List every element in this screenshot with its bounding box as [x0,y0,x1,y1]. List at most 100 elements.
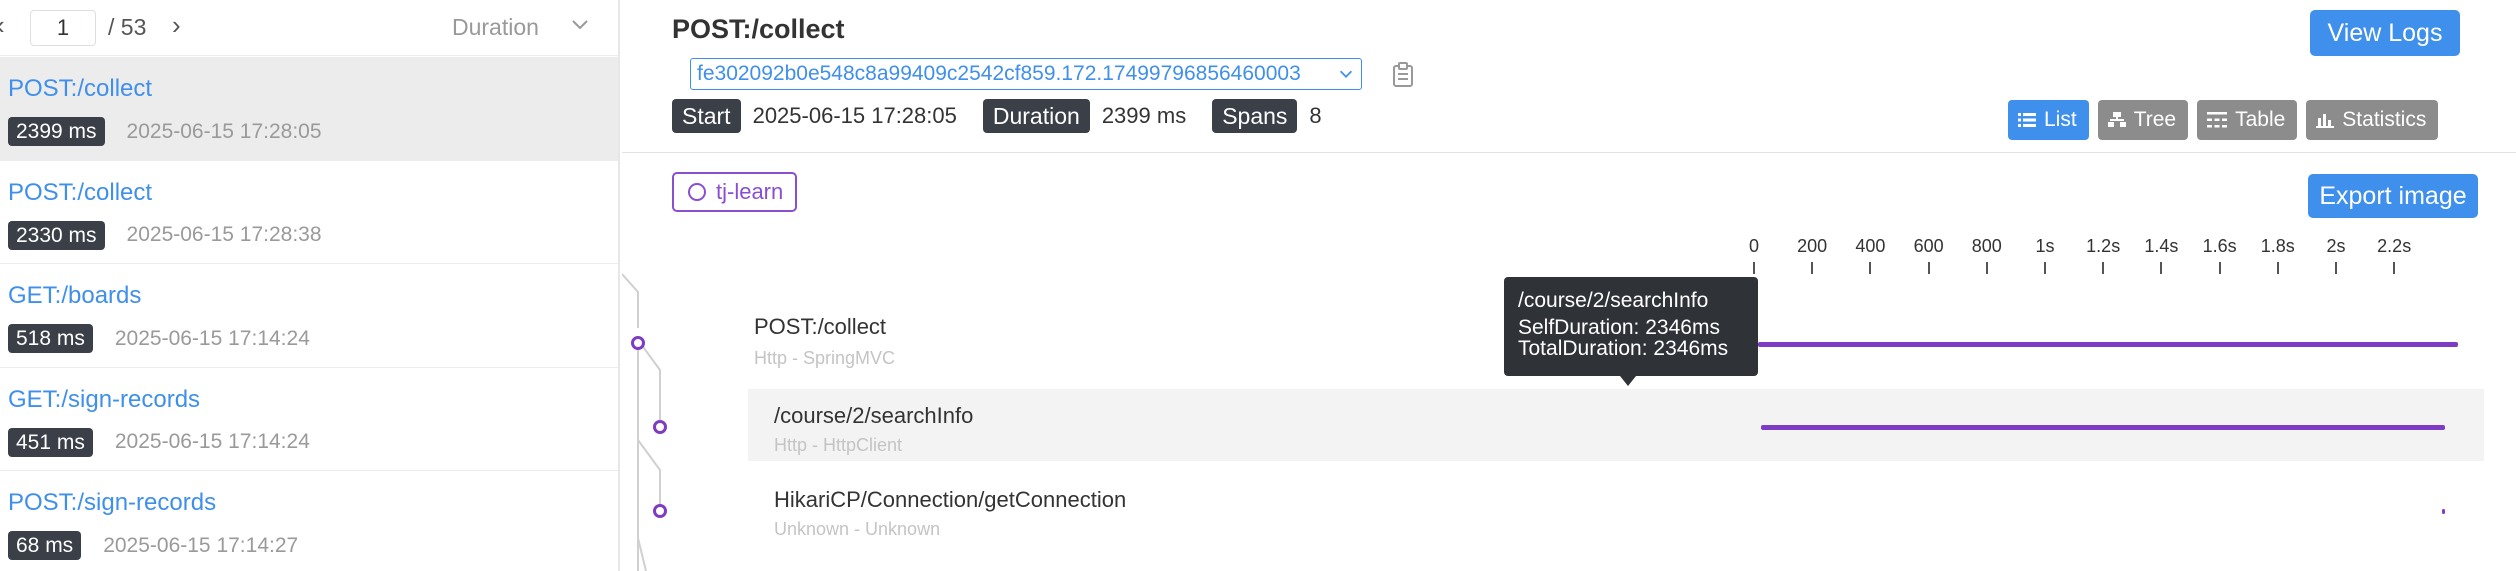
view-mode-switch: List Tree Table Statistics [2008,100,2447,140]
span-endpoint: HikariCP/Connection/getConnection [774,487,1127,512]
axis-tick-mark [2335,262,2337,274]
axis-tick-label: 400 [1855,236,1886,256]
spans-value: 8 [1309,103,1322,128]
span-duration-bar[interactable] [1760,425,2446,430]
axis-tick-label: 600 [1913,236,1944,256]
duration-badge: 68 ms [8,531,82,560]
duration-badge: 518 ms [8,324,93,353]
duration-badge: 451 ms [8,427,93,457]
mode-label: Table [2235,108,2286,131]
statistics-mode-button[interactable]: Statistics [2306,100,2439,140]
mode-label: Statistics [2342,108,2427,131]
trace-title: POST:/collect [672,14,845,44]
axis-tick-mark [2218,262,2221,274]
service-ring-icon [688,183,706,201]
trace-start-time: 2025-06-15 17:28:38 [126,223,322,246]
trace-endpoint[interactable]: POST:/collect [8,179,618,211]
trace-app: ‹ / 53 › Duration POST:/collect 2399 ms … [0,0,2516,571]
chevron-down-icon[interactable] [570,14,590,34]
tooltip-total-duration: TotalDuration: 2346ms [1518,337,1729,360]
axis-tick-mark [2044,262,2046,274]
mode-label: List [2044,108,2077,131]
axis-tick-mark [2102,262,2105,274]
trace-id-select[interactable]: fe302092b0e548c8a99409c2542cf859.172.174… [690,58,1362,90]
trace-summary: Start 2025-06-15 17:28:05 Duration 2399 … [672,98,1348,134]
span-node-icon [631,336,645,350]
axis-tick-label: 0 [1748,236,1760,256]
duration-badge: 2330 ms [8,220,105,250]
trace-list-item[interactable]: GET:/boards 518 ms 2025-06-15 17:14:24 [0,264,618,368]
span-duration-bar[interactable] [2441,509,2445,514]
export-image-button[interactable]: Export image [2308,174,2478,218]
sort-select[interactable]: Duration [452,14,539,41]
axis-tick-mark [1753,262,1755,274]
axis-tick-mark [1985,262,1988,274]
span-node-icon [653,504,667,518]
tooltip-self-duration: SelfDuration: 2346ms [1518,316,1720,339]
page-number-input[interactable] [30,10,96,46]
pagination-bar: ‹ / 53 › Duration [0,0,618,56]
service-tag[interactable]: tj-learn [672,172,798,212]
trace-detail-panel: POST:/collect fe302092b0e548c8a99409c254… [622,0,2516,571]
axis-tick-label: 1.2s [2086,236,2121,256]
trace-start-time: 2025-06-15 17:14:24 [114,430,310,453]
chevron-down-icon [1339,70,1353,78]
span-node-icon [653,420,667,434]
tooltip-title: /course/2/searchInfo [1518,289,1709,312]
tree-mode-button[interactable]: Tree [2097,100,2189,140]
prev-page-icon[interactable]: ‹ [0,10,5,41]
header-divider [622,152,2516,153]
table-mode-button[interactable]: Table [2197,100,2298,140]
axis-tick-label: 200 [1797,236,1828,256]
axis-tick-label: 1.8s [2260,236,2295,256]
axis-tick-label: 2s [2326,236,2346,256]
trace-endpoint[interactable]: GET:/sign-records [8,386,618,418]
axis-tick-label: 1s [2035,236,2055,256]
trace-endpoint[interactable]: POST:/sign-records [8,489,618,521]
list-mode-button[interactable]: List [2008,100,2089,140]
trace-list-panel: ‹ / 53 › Duration POST:/collect 2399 ms … [0,0,620,571]
span-endpoint: POST:/collect [754,314,887,339]
mode-label: Tree [2133,108,2177,131]
trace-start-time: 2025-06-15 17:14:24 [114,326,310,350]
trace-start-time: 2025-06-15 17:14:27 [103,533,299,557]
service-name: tj-learn [716,179,784,204]
trace-list-item[interactable]: POST:/sign-records 68 ms 2025-06-15 17:1… [0,471,618,571]
span-duration-bar[interactable] [1758,342,2458,347]
trace-endpoint[interactable]: POST:/collect [8,75,618,107]
next-page-icon[interactable]: › [172,10,181,41]
trace-list: POST:/collect 2399 ms 2025-06-15 17:28:0… [0,57,618,571]
axis-tick-label: 1.4s [2144,236,2179,256]
span-endpoint: /course/2/searchInfo [774,403,974,428]
copy-clipboard-icon[interactable] [1392,62,1414,88]
axis-tick-mark [2160,262,2163,274]
trace-start-time: 2025-06-15 17:28:05 [126,119,322,143]
axis-tick-mark [1811,262,1814,274]
page-total: / 53 [108,14,147,40]
start-value: 2025-06-15 17:28:05 [752,103,957,128]
tooltip-arrow [1620,376,1636,386]
start-label: Start [672,99,741,133]
timeline-axis: 0 200 400 600 800 1s 1.2s 1.4s 1.6s 1.8s 2s 2.2s [622,236,2516,276]
axis-tick-mark [2393,262,2396,274]
axis-tick-mark [1869,262,1872,274]
span-component: Http - SpringMVC [754,348,896,368]
spans-label: Spans [1212,99,1298,133]
table-icon [2207,112,2228,128]
trace-list-item[interactable]: POST:/collect 2330 ms 2025-06-15 17:28:3… [0,161,618,264]
span-row[interactable]: HikariCP/Connection/getConnection Unknown… [622,473,2516,545]
duration-value: 2399 ms [1101,103,1187,128]
trace-id-value: fe302092b0e548c8a99409c2542cf859.172.174… [697,62,1301,85]
tree-icon [2107,112,2126,127]
trace-endpoint[interactable]: GET:/boards [8,282,618,314]
span-component: Unknown - Unknown [774,519,941,539]
span-row[interactable]: /course/2/searchInfo Http - HttpClient [622,389,2516,461]
trace-list-item[interactable]: GET:/sign-records 451 ms 2025-06-15 17:1… [0,368,618,471]
span-tooltip: /course/2/searchInfo SelfDuration: 2346m… [1504,277,1758,386]
duration-badge: 2399 ms [8,117,105,146]
trace-list-item[interactable]: POST:/collect 2399 ms 2025-06-15 17:28:0… [0,57,618,161]
span-component: Http - HttpClient [774,435,903,455]
bar-chart-icon [2316,114,2335,128]
axis-tick-label: 2.2s [2377,236,2412,256]
view-logs-button[interactable]: View Logs [2310,10,2460,56]
